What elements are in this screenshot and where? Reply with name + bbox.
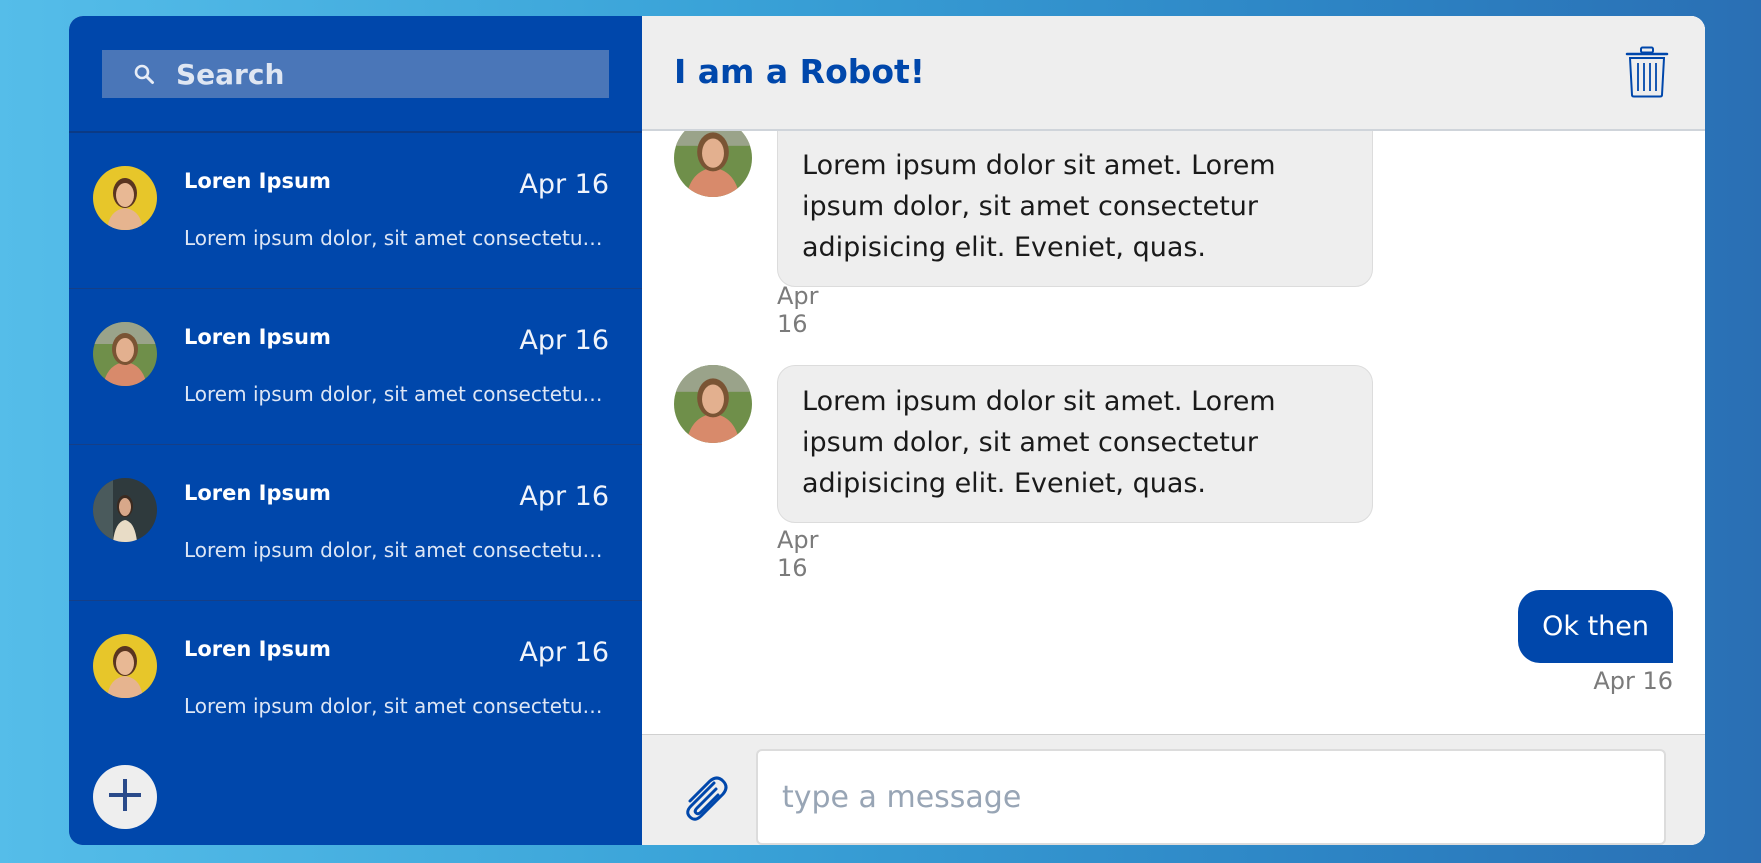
conversation-date: Apr 16: [519, 169, 609, 200]
conversation-date: Apr 16: [519, 637, 609, 668]
chat-header: I am a Robot!: [642, 16, 1705, 131]
conversation-item[interactable]: Loren Ipsum Apr 16 Lorem ipsum dolor, si…: [69, 133, 642, 289]
conversation-item[interactable]: Loren Ipsum Apr 16 Lorem ipsum dolor, si…: [69, 445, 642, 601]
message-timestamp: Apr 16: [777, 526, 819, 582]
chat-panel: I am a Robot! Lorem ipsum dolor sit amet…: [642, 16, 1705, 845]
avatar: [93, 322, 157, 386]
conversation-preview: Lorem ipsum dolor, sit amet consectetur …: [184, 226, 610, 250]
search-icon: [132, 62, 156, 86]
search-bar[interactable]: [102, 50, 609, 98]
add-conversation-button[interactable]: [93, 765, 157, 829]
attach-button[interactable]: [676, 769, 732, 825]
avatar: [93, 634, 157, 698]
conversation-name: Loren Ipsum: [184, 481, 331, 505]
conversation-name: Loren Ipsum: [184, 325, 331, 349]
message-input[interactable]: [756, 749, 1666, 845]
message-bubble: Lorem ipsum dolor sit amet. Lorem ipsum …: [777, 365, 1373, 523]
conversation-name: Loren Ipsum: [184, 637, 331, 661]
conversation-name: Loren Ipsum: [184, 169, 331, 193]
conversation-date: Apr 16: [519, 325, 609, 356]
conversation-preview: Lorem ipsum dolor, sit amet consectetur …: [184, 538, 610, 562]
message-bubble: Lorem ipsum dolor sit amet. Lorem ipsum …: [777, 131, 1373, 287]
chat-title: I am a Robot!: [674, 52, 925, 91]
message-timestamp: Apr 16: [1593, 667, 1673, 695]
avatar: [674, 365, 752, 443]
conversation-list: Loren Ipsum Apr 16 Lorem ipsum dolor, si…: [69, 133, 642, 735]
plus-icon: [107, 777, 143, 817]
conversation-item[interactable]: Loren Ipsum Apr 16 Lorem ipsum dolor, si…: [69, 289, 642, 445]
conversation-sidebar: Loren Ipsum Apr 16 Lorem ipsum dolor, si…: [69, 16, 642, 845]
conversation-date: Apr 16: [519, 481, 609, 512]
message-composer: [642, 734, 1705, 845]
avatar: [93, 478, 157, 542]
conversation-item[interactable]: Loren Ipsum Apr 16 Lorem ipsum dolor, si…: [69, 601, 642, 735]
outgoing-message-bubble: Ok then: [1518, 590, 1673, 663]
avatar: [674, 131, 752, 197]
delete-chat-button[interactable]: [1625, 46, 1669, 98]
sidebar-footer: [69, 735, 642, 845]
conversation-preview: Lorem ipsum dolor, sit amet consectetur …: [184, 694, 610, 718]
message-thread: Lorem ipsum dolor sit amet. Lorem ipsum …: [642, 131, 1705, 734]
chat-app-window: Loren Ipsum Apr 16 Lorem ipsum dolor, si…: [69, 16, 1705, 845]
message-timestamp: Apr 16: [777, 282, 819, 338]
trash-icon: [1625, 46, 1669, 98]
search-input[interactable]: [176, 57, 556, 91]
conversation-preview: Lorem ipsum dolor, sit amet consectetur …: [184, 382, 610, 406]
paperclip-icon: [686, 776, 728, 821]
avatar: [93, 166, 157, 230]
